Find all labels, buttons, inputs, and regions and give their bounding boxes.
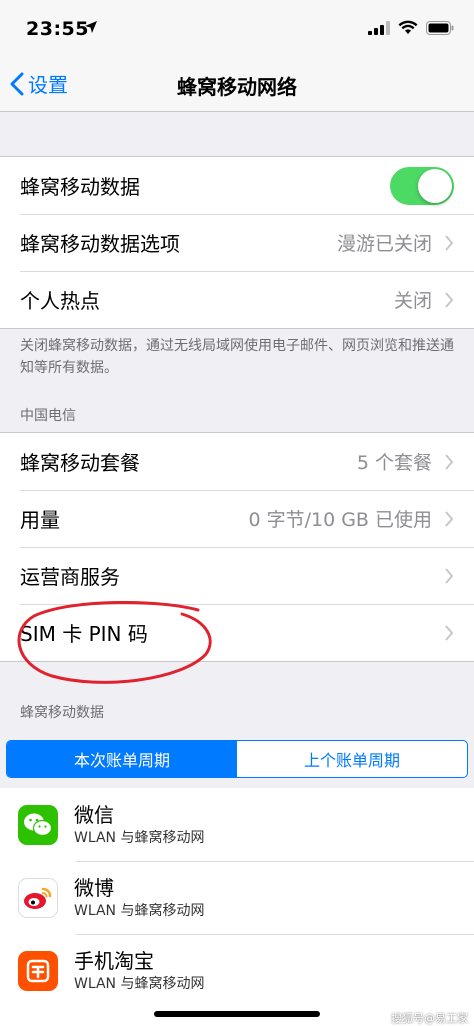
app-network: WLAN 与蜂窝移动网: [74, 829, 205, 846]
weibo-icon: [18, 877, 58, 918]
row-value: 漫游已关闭: [336, 233, 432, 255]
app-text: 微信 WLAN 与蜂窝移动网: [74, 802, 204, 848]
status-indicators: [368, 20, 454, 35]
carrier-services-row[interactable]: 运营商服务: [0, 547, 474, 604]
carrier-section-header: 中国电信: [20, 408, 76, 424]
cellular-data-row: 蜂窝移动数据: [0, 157, 474, 214]
home-indicator[interactable]: [154, 1011, 320, 1017]
row-label: SIM 卡 PIN 码: [20, 622, 148, 646]
cellular-data-toggle[interactable]: [390, 166, 454, 205]
app-text: 微博 WLAN 与蜂窝移动网: [74, 875, 204, 921]
row-label: 用量: [20, 508, 60, 532]
app-name: 微博: [74, 875, 114, 900]
cellular-footnote: 关闭蜂窝移动数据，通过无线局域网使用电子邮件、网页浏览和推送通知等所有数据。: [20, 338, 454, 376]
row-label: 蜂窝移动数据: [20, 175, 140, 199]
chevron-right-icon: [445, 624, 454, 641]
list-item: 手机淘宝 WLAN 与蜂窝移动网: [0, 934, 474, 1007]
chevron-right-icon: [445, 453, 454, 470]
status-bar: 23:55: [0, 0, 474, 56]
battery-icon: [426, 20, 454, 35]
signal-icon: [368, 20, 390, 35]
taobao-icon: [18, 950, 58, 991]
cellular-data-section-header: 蜂窝移动数据: [20, 705, 104, 721]
usage-row[interactable]: 用量 0 字节/10 GB 已使用: [0, 490, 474, 547]
status-time: 23:55: [26, 18, 89, 40]
chevron-right-icon: [445, 234, 454, 251]
wifi-icon: [398, 20, 418, 34]
row-label: 运营商服务: [20, 565, 120, 589]
row-value: 0 字节/10 GB 已使用: [248, 509, 432, 531]
chevron-right-icon: [445, 510, 454, 527]
billing-period-segmented-control: 本次账单周期 上个账单周期: [6, 740, 468, 778]
app-network: WLAN 与蜂窝移动网: [74, 975, 205, 992]
chevron-right-icon: [445, 291, 454, 308]
navigation-bar: 设置 蜂窝移动网络: [0, 56, 474, 112]
page-title: 蜂窝移动网络: [177, 75, 297, 99]
chevron-right-icon: [445, 567, 454, 584]
cellular-data-options-row[interactable]: 蜂窝移动数据选项 漫游已关闭: [0, 214, 474, 271]
row-label: 个人热点: [20, 289, 100, 313]
carrier-settings-group: 蜂窝移动套餐 5 个套餐 用量 0 字节/10 GB 已使用 运营商服务 SIM…: [0, 432, 474, 662]
row-value: 5 个套餐: [356, 452, 432, 474]
app-usage-list: 微信 WLAN 与蜂窝移动网 微博 WLAN 与蜂窝移动网 手机淘宝 WLAN …: [0, 788, 474, 1026]
watermark: 搜狐号@易工家: [391, 1012, 468, 1025]
list-item: 微博 WLAN 与蜂窝移动网: [0, 861, 474, 934]
row-value: 关闭: [393, 290, 432, 312]
app-text: 手机淘宝 WLAN 与蜂窝移动网: [74, 948, 204, 994]
row-label: 蜂窝移动套餐: [20, 451, 140, 475]
segment-current-period[interactable]: 本次账单周期: [7, 741, 237, 777]
list-item: 微信 WLAN 与蜂窝移动网: [0, 788, 474, 861]
toggle-knob: [418, 168, 452, 203]
segment-last-period[interactable]: 上个账单周期: [237, 741, 467, 777]
cellular-plans-row[interactable]: 蜂窝移动套餐 5 个套餐: [0, 433, 474, 490]
personal-hotspot-row[interactable]: 个人热点 关闭: [0, 271, 474, 328]
sim-pin-row[interactable]: SIM 卡 PIN 码: [0, 604, 474, 661]
row-label: 蜂窝移动数据选项: [20, 232, 180, 256]
app-network: WLAN 与蜂窝移动网: [74, 902, 205, 919]
app-name: 微信: [74, 802, 114, 827]
app-name: 手机淘宝: [74, 948, 154, 973]
cellular-settings-group: 蜂窝移动数据 蜂窝移动数据选项 漫游已关闭 个人热点 关闭: [0, 156, 474, 329]
location-arrow-icon: [85, 21, 97, 33]
wechat-icon: [18, 804, 58, 845]
